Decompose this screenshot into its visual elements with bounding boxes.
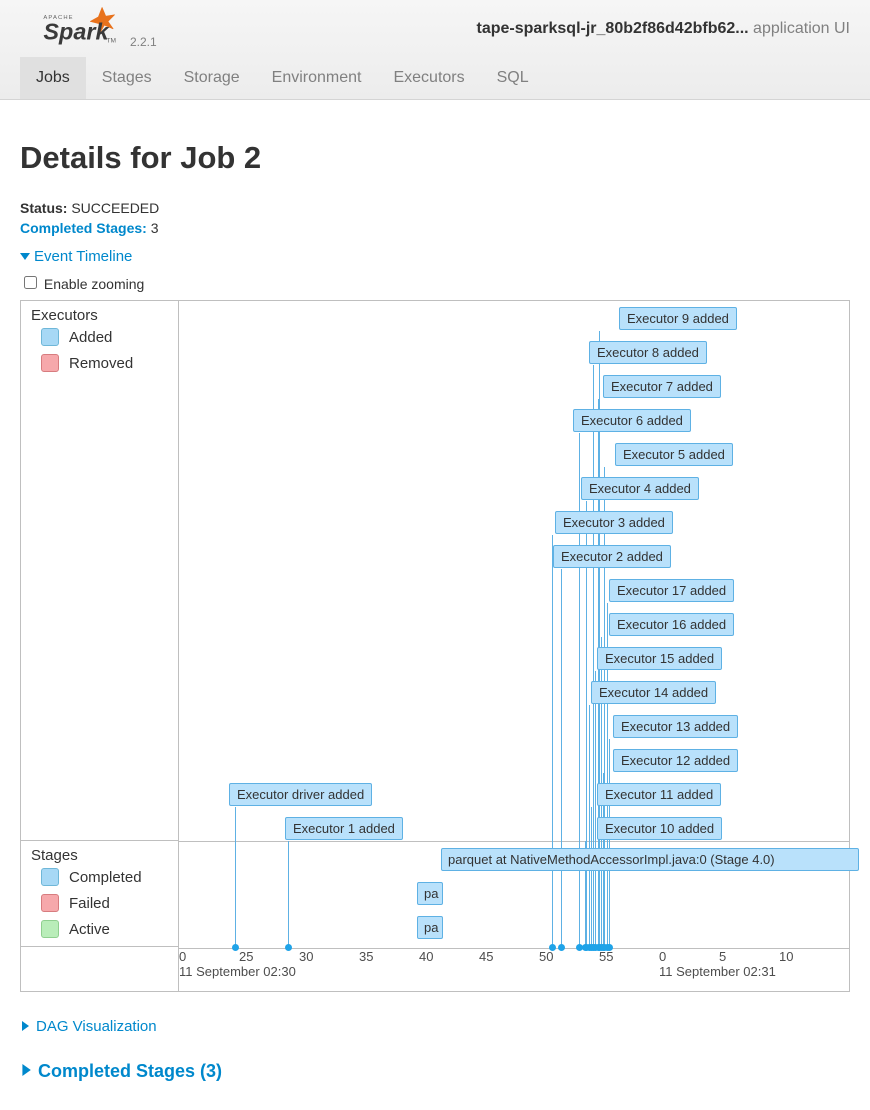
- legend-executors: Executors Added Removed: [21, 301, 178, 841]
- executor-event[interactable]: Executor 13 added: [613, 715, 738, 738]
- tab-jobs[interactable]: Jobs: [20, 57, 86, 99]
- legend-label: Failed: [69, 895, 110, 912]
- svg-text:Spark: Spark: [43, 19, 110, 45]
- axis-tick: 5: [719, 949, 726, 964]
- caret-right-icon: [20, 1063, 32, 1080]
- legend-item-removed: Removed: [41, 354, 168, 372]
- event-timeline-toggle[interactable]: Event Timeline: [20, 248, 850, 265]
- axis-tick: 10: [779, 949, 793, 964]
- tab-stages[interactable]: Stages: [86, 57, 168, 99]
- executor-event[interactable]: Executor 2 added: [553, 545, 671, 568]
- executor-event[interactable]: Executor 7 added: [603, 375, 721, 398]
- axis-tick: 30: [299, 949, 313, 964]
- executor-event[interactable]: Executor 16 added: [609, 613, 734, 636]
- completed-stages-toggle[interactable]: Completed Stages (3): [20, 1061, 850, 1082]
- axis-tick: 011 September 02:30: [179, 949, 296, 979]
- timeline: Executors Added Removed Stages Completed F…: [20, 300, 850, 992]
- timeline-legend-panel: Executors Added Removed Stages Completed F…: [21, 301, 179, 991]
- legend-item-added: Added: [41, 328, 168, 346]
- caret-right-icon: [20, 1018, 30, 1035]
- meta-completed-value: 3: [151, 220, 159, 236]
- axis-tick: 25: [239, 949, 253, 964]
- axis-tick: 55: [599, 949, 613, 964]
- tab-sql[interactable]: SQL: [481, 57, 545, 99]
- nav-tabs: JobsStagesStorageEnvironmentExecutorsSQL: [20, 57, 545, 99]
- executor-event[interactable]: Executor 14 added: [591, 681, 716, 704]
- legend-item-completed: Completed: [41, 868, 168, 886]
- brand[interactable]: APACHE Spark TM 2.2.1: [42, 6, 157, 53]
- executor-event[interactable]: Executor 12 added: [613, 749, 738, 772]
- content: Details for Job 2 Status: SUCCEEDED Comp…: [0, 100, 870, 1110]
- legend-executors-title: Executors: [31, 307, 168, 324]
- legend-stages: Stages Completed Failed Active: [21, 841, 178, 947]
- meta-status: Status: SUCCEEDED: [20, 200, 850, 216]
- axis-tick: 011 September 02:31: [659, 949, 776, 979]
- executor-event[interactable]: Executor driver added: [229, 783, 372, 806]
- executor-event[interactable]: Executor 3 added: [555, 511, 673, 534]
- stage-event[interactable]: pa: [417, 916, 443, 939]
- stage-event[interactable]: parquet at NativeMethodAccessorImpl.java…: [441, 848, 859, 871]
- legend-label: Removed: [69, 355, 133, 372]
- executor-event[interactable]: Executor 1 added: [285, 817, 403, 840]
- tab-environment[interactable]: Environment: [256, 57, 378, 99]
- axis-tick: 40: [419, 949, 433, 964]
- dag-viz-toggle[interactable]: DAG Visualization: [20, 1018, 850, 1035]
- job-meta: Status: SUCCEEDED Completed Stages: 3: [20, 200, 850, 236]
- legend-stages-title: Stages: [31, 847, 168, 864]
- enable-zoom-label: Enable zooming: [44, 276, 144, 292]
- legend-item-failed: Failed: [41, 894, 168, 912]
- executor-event[interactable]: Executor 10 added: [597, 817, 722, 840]
- executor-event[interactable]: Executor 8 added: [589, 341, 707, 364]
- meta-completed: Completed Stages: 3: [20, 220, 850, 236]
- legend-swatch-icon: [41, 894, 59, 912]
- enable-zoom-row: Enable zooming: [20, 273, 850, 292]
- legend-swatch-icon: [41, 328, 59, 346]
- spark-version: 2.2.1: [130, 35, 157, 49]
- legend-swatch-icon: [41, 868, 59, 886]
- axis-tick: 35: [359, 949, 373, 964]
- caret-down-icon: [20, 248, 30, 265]
- app-name: tape-sparksql-jr_80b2f86d42bfb62... appl…: [476, 20, 850, 38]
- meta-status-label: Status:: [20, 200, 67, 216]
- executor-event[interactable]: Executor 9 added: [619, 307, 737, 330]
- page-title: Details for Job 2: [20, 140, 850, 176]
- app-name-main: tape-sparksql-jr_80b2f86d42bfb62...: [476, 20, 748, 37]
- axis-tick: 50: [539, 949, 553, 964]
- executor-event[interactable]: Executor 15 added: [597, 647, 722, 670]
- executor-event[interactable]: Executor 11 added: [597, 783, 721, 806]
- spark-logo-icon: APACHE Spark TM: [42, 6, 124, 53]
- stage-event[interactable]: pa: [417, 882, 443, 905]
- svg-text:TM: TM: [106, 38, 116, 45]
- legend-swatch-icon: [41, 920, 59, 938]
- executor-event[interactable]: Executor 4 added: [581, 477, 699, 500]
- enable-zoom-checkbox[interactable]: [24, 276, 37, 289]
- dag-viz-label: DAG Visualization: [36, 1018, 157, 1035]
- legend-label: Completed: [69, 869, 142, 886]
- executor-event[interactable]: Executor 6 added: [573, 409, 691, 432]
- event-timeline-label: Event Timeline: [34, 248, 132, 265]
- completed-stages-label: Completed Stages (3): [38, 1061, 222, 1082]
- legend-label: Added: [69, 329, 112, 346]
- legend-item-active: Active: [41, 920, 168, 938]
- legend-label: Active: [69, 921, 110, 938]
- navbar: APACHE Spark TM 2.2.1 tape-sparksql-jr_8…: [0, 0, 870, 100]
- executor-event[interactable]: Executor 17 added: [609, 579, 734, 602]
- app-name-suffix: application UI: [753, 20, 850, 37]
- tab-storage[interactable]: Storage: [168, 57, 256, 99]
- timeline-canvas[interactable]: Executor 9 added Executor 8 added Executor…: [179, 301, 849, 991]
- meta-status-value: SUCCEEDED: [71, 200, 159, 216]
- tab-executors[interactable]: Executors: [377, 57, 480, 99]
- legend-swatch-icon: [41, 354, 59, 372]
- axis-tick: 45: [479, 949, 493, 964]
- executor-event[interactable]: Executor 5 added: [615, 443, 733, 466]
- completed-stages-link[interactable]: Completed Stages:: [20, 220, 147, 236]
